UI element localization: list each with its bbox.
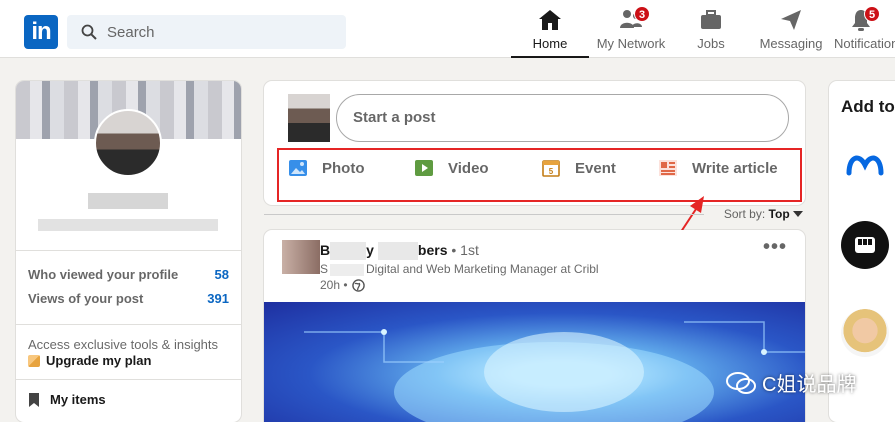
- notifications-badge: 5: [864, 6, 880, 22]
- stat-label: Views of your post: [28, 291, 144, 306]
- headline-text: Digital and Web Marketing Manager at Cri…: [366, 262, 599, 276]
- stat-label: Who viewed your profile: [28, 267, 179, 282]
- profile-card: Who viewed your profile 58 Views of your…: [16, 81, 241, 422]
- name-redacted: [377, 242, 418, 261]
- share-box: Start a post Photo Video 5 Event Write a…: [264, 81, 805, 205]
- company-logo[interactable]: [841, 221, 889, 269]
- stat-post-views[interactable]: Views of your post 391: [28, 291, 229, 306]
- write-article-button[interactable]: Write article: [658, 159, 778, 177]
- divider: [16, 379, 241, 380]
- network-badge: 3: [634, 6, 650, 22]
- post-author-name[interactable]: By bers • 1st: [320, 242, 479, 261]
- fist-icon: [855, 237, 875, 253]
- search-input[interactable]: Search: [107, 24, 155, 41]
- nav-home-label: Home: [532, 36, 568, 51]
- nav-my-network-label: My Network: [596, 36, 666, 51]
- svg-text:5: 5: [549, 167, 554, 176]
- video-button[interactable]: Video: [414, 159, 489, 177]
- stat-value: 58: [214, 267, 229, 282]
- premium-icon: [28, 354, 40, 367]
- watermark: C姐说品牌: [726, 368, 856, 397]
- write-article-label: Write article: [692, 159, 778, 177]
- bell-icon-wrap: 5: [848, 6, 880, 32]
- video-icon: [415, 160, 433, 176]
- profile-avatar[interactable]: [94, 109, 162, 177]
- photo-button[interactable]: Photo: [288, 159, 365, 177]
- feed-post: By bers • 1st S Digital and Web Marketing …: [264, 230, 805, 422]
- upgrade-plan-link[interactable]: Upgrade my plan: [28, 353, 151, 368]
- watermark-text: C姐说品牌: [762, 374, 857, 396]
- calendar-icon: 5: [542, 160, 560, 177]
- top-navbar: in Search Home 3 My Network Jobs Messagi…: [0, 0, 895, 58]
- user-avatar[interactable]: [288, 94, 330, 142]
- sort-dropdown[interactable]: Sort by: Top: [724, 207, 803, 221]
- person-avatar[interactable]: [841, 309, 889, 357]
- add-to-feed-title: Add to: [841, 97, 895, 116]
- briefcase-icon: [701, 10, 721, 29]
- video-label: Video: [448, 159, 489, 177]
- nav-my-network[interactable]: 3 My Network: [592, 6, 670, 58]
- start-post-button[interactable]: Start a post: [336, 94, 789, 142]
- nav-notifications[interactable]: 5 Notifications: [834, 6, 895, 58]
- nav-jobs-label: Jobs: [697, 36, 725, 51]
- wechat-icon: [726, 371, 756, 394]
- post-author-headline: S Digital and Web Marketing Manager at Cr…: [320, 262, 599, 276]
- post-image[interactable]: [264, 302, 805, 422]
- nav-home[interactable]: Home: [511, 8, 589, 58]
- search-icon: [81, 24, 97, 40]
- home-icon: [539, 10, 561, 30]
- connection-degree: • 1st: [451, 242, 479, 258]
- event-label: Event: [575, 159, 616, 177]
- linkedin-logo[interactable]: in: [24, 15, 58, 49]
- article-icon: [659, 160, 677, 176]
- stat-value: 391: [207, 291, 229, 306]
- post-more-button[interactable]: •••: [763, 236, 787, 259]
- post-timestamp: 20h •: [320, 278, 365, 292]
- bookmark-icon: [29, 392, 39, 407]
- photo-label: Photo: [322, 159, 365, 177]
- sort-bar: Sort by: Top: [264, 205, 805, 225]
- headline-prefix: S: [320, 262, 329, 276]
- author-first: B: [320, 242, 331, 258]
- profile-headline-redacted: [38, 219, 218, 231]
- my-items-label: My items: [50, 392, 106, 407]
- cloud-illustration: [304, 321, 805, 422]
- event-button[interactable]: 5 Event: [541, 159, 616, 177]
- headline-redacted: [330, 263, 365, 276]
- name-redacted: [330, 242, 367, 261]
- premium-promo-text: Access exclusive tools & insights: [28, 337, 219, 352]
- divider: [16, 250, 241, 251]
- nav-messaging-label: Messaging: [759, 36, 823, 51]
- divider: [16, 324, 241, 325]
- upgrade-label: Upgrade my plan: [46, 353, 152, 368]
- nav-jobs[interactable]: Jobs: [682, 8, 740, 58]
- author-last: bers: [417, 242, 448, 258]
- profile-name-redacted: [88, 193, 168, 209]
- globe-icon: [351, 278, 365, 292]
- my-items-link[interactable]: My items: [28, 392, 106, 407]
- sort-label: Sort by:: [723, 207, 766, 221]
- caret-down-icon: [793, 211, 803, 217]
- post-author-avatar[interactable]: [282, 240, 320, 274]
- author-mid: y: [366, 242, 374, 258]
- divider: [264, 214, 704, 215]
- post-time: 20h •: [320, 278, 348, 292]
- nav-notifications-label: Notifications: [834, 36, 895, 51]
- photo-icon: [289, 160, 307, 176]
- nav-messaging[interactable]: Messaging: [758, 8, 824, 58]
- sort-value: Top: [768, 207, 790, 221]
- send-icon: [781, 10, 801, 30]
- people-icon-wrap: 3: [618, 6, 650, 32]
- search-box[interactable]: Search: [67, 15, 346, 49]
- meta-logo[interactable]: [841, 141, 889, 189]
- stat-profile-viewers[interactable]: Who viewed your profile 58: [28, 267, 229, 282]
